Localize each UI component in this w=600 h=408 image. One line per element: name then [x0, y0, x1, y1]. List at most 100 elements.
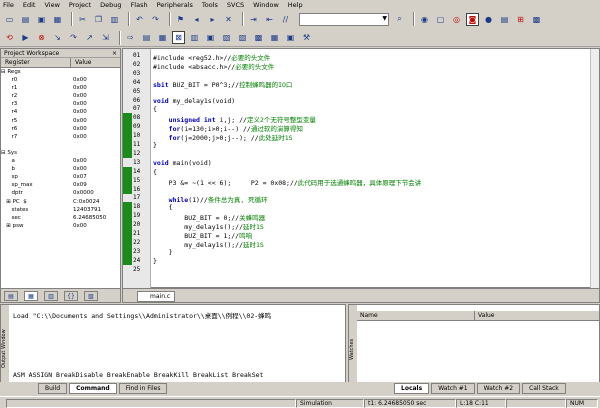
- register-row[interactable]: r5 0x00: [1, 117, 120, 125]
- config-icon[interactable]: ▩: [530, 13, 543, 26]
- symbols-icon[interactable]: ▩: [252, 31, 265, 44]
- step-into-icon[interactable]: ↘: [51, 31, 64, 44]
- indent-icon[interactable]: ⇥: [247, 13, 260, 26]
- code-coverage-icon[interactable]: ▨: [236, 31, 249, 44]
- code-area[interactable]: #include <reg52.h>//必要的头文件 #include <absa…: [153, 49, 593, 289]
- code-line[interactable]: {: [153, 168, 157, 176]
- register-row[interactable]: ⊟ Regs: [1, 68, 120, 76]
- register-row[interactable]: sp 0x07: [1, 173, 120, 181]
- find-icon[interactable]: ⌕: [393, 13, 406, 26]
- line-gutter[interactable]: 01 02 03 04 05 06 07 08 09 10 11 12 13 14 15 16 17 18 19 20…: [123, 49, 151, 289]
- code-line[interactable]: void main(void): [153, 159, 212, 167]
- bookmark-icon[interactable]: ⚑: [174, 13, 187, 26]
- register-row[interactable]: r3 0x00: [1, 100, 120, 108]
- menu-edit[interactable]: Edit: [23, 1, 36, 9]
- bookmark-prev-icon[interactable]: ◂: [190, 13, 203, 26]
- tab-locals[interactable]: Locals: [394, 383, 430, 394]
- disasm-icon[interactable]: ▤: [140, 31, 153, 44]
- register-row[interactable]: r6 0x00: [1, 125, 120, 133]
- redo-icon[interactable]: ↷: [149, 13, 162, 26]
- comment-icon[interactable]: //: [279, 13, 292, 26]
- register-row[interactable]: ⊞ psw 0x00: [1, 222, 120, 230]
- paste-icon[interactable]: ▥: [108, 13, 121, 26]
- step-over-icon[interactable]: ↷: [67, 31, 80, 44]
- code-line[interactable]: P3 &= ~(1 << 6); P2 = 0x08;//此代码用于选通蜂鸣器，…: [153, 177, 422, 187]
- col-register[interactable]: Register: [1, 58, 71, 67]
- code-line[interactable]: }: [153, 141, 157, 149]
- tab-watch-2[interactable]: Watch #2: [476, 383, 521, 394]
- register-row[interactable]: r4 0x00: [1, 108, 120, 116]
- breakpoint-icon[interactable]: ●: [482, 13, 495, 26]
- menu-file[interactable]: File: [3, 1, 14, 9]
- register-row[interactable]: b 0x00: [1, 165, 120, 173]
- menu-svcs[interactable]: SVCS: [227, 1, 244, 9]
- copy-icon[interactable]: ❐: [92, 13, 105, 26]
- menu-help[interactable]: Help: [288, 1, 303, 9]
- save-icon[interactable]: ▣: [35, 13, 48, 26]
- trace-icon[interactable]: ▦: [268, 31, 281, 44]
- templates-tab-icon[interactable]: ▧: [84, 290, 98, 301]
- run-icon[interactable]: ▶: [19, 31, 32, 44]
- save-all-icon[interactable]: ▦: [51, 13, 64, 26]
- register-row[interactable]: r7 0x00: [1, 133, 120, 141]
- register-row[interactable]: r0 0x00: [1, 76, 120, 84]
- watch-window-icon[interactable]: ▦: [156, 31, 169, 44]
- hammer-icon[interactable]: ⚒: [300, 31, 313, 44]
- file-tab-main-c[interactable]: main.c: [137, 291, 175, 302]
- debug-session-icon[interactable]: ◙: [466, 12, 479, 26]
- col-value[interactable]: Value: [71, 58, 91, 67]
- tab-watch-1[interactable]: Watch #1: [431, 383, 475, 394]
- cut-icon[interactable]: ✂: [76, 13, 89, 26]
- code-line[interactable]: {: [153, 105, 157, 113]
- tab-find-in-files[interactable]: Find in Files: [118, 383, 168, 394]
- perf-icon[interactable]: ▧: [220, 31, 233, 44]
- tools-icon[interactable]: ⊞: [514, 13, 527, 26]
- menu-window[interactable]: Window: [253, 1, 279, 9]
- options-icon[interactable]: ▤: [498, 13, 511, 26]
- code-line[interactable]: #include <absacc.h>//必要的头文件: [153, 61, 274, 71]
- functions-tab-icon[interactable]: {}: [64, 290, 78, 301]
- code-line[interactable]: for(j=2000;j>0;j--); //此处延时1S: [153, 132, 293, 142]
- register-row[interactable]: dptr 0x0000: [1, 189, 120, 197]
- run-to-cursor-icon[interactable]: ⇲: [99, 31, 112, 44]
- registers-tab-icon[interactable]: ▦: [24, 290, 38, 301]
- serial-icon[interactable]: ▣: [204, 31, 217, 44]
- register-row[interactable]: a 0x00: [1, 157, 120, 165]
- bookmark-next-icon[interactable]: ▸: [206, 13, 219, 26]
- register-row[interactable]: ⊞ PC $ C:0x0024: [1, 198, 120, 206]
- files-tab-icon[interactable]: ▤: [4, 290, 18, 301]
- window-icon[interactable]: ▢: [434, 13, 447, 26]
- memory-icon[interactable]: ▥: [188, 31, 201, 44]
- toolbox-icon[interactable]: ▣: [284, 31, 297, 44]
- menu-project[interactable]: Project: [69, 1, 91, 9]
- debug-icon[interactable]: ◉: [418, 13, 431, 26]
- editor-vertical-scrollbar[interactable]: [590, 49, 599, 289]
- books-tab-icon[interactable]: ▥: [44, 290, 58, 301]
- new-file-icon[interactable]: ▭: [3, 13, 16, 26]
- show-next-icon[interactable]: ⇨: [124, 31, 137, 44]
- register-row[interactable]: r2 0x00: [1, 92, 120, 100]
- reset-icon[interactable]: ⟲: [3, 31, 16, 44]
- logic-analyzer-icon[interactable]: ⊠: [172, 31, 185, 44]
- bookmark-clear-icon[interactable]: ✕: [222, 13, 235, 26]
- register-row[interactable]: ⊟ Sys: [1, 149, 120, 157]
- stop-icon[interactable]: ⊗: [35, 31, 48, 44]
- workspace-close-icon[interactable]: ×: [112, 49, 120, 57]
- code-line[interactable]: {: [153, 203, 173, 211]
- code-line[interactable]: }: [153, 257, 157, 265]
- menu-flash[interactable]: Flash: [131, 1, 148, 9]
- start-debug-icon[interactable]: ◎: [450, 13, 463, 26]
- register-row[interactable]: [1, 141, 120, 149]
- menu-tools[interactable]: Tools: [202, 1, 218, 9]
- tab-call-stack[interactable]: Call Stack: [522, 383, 566, 394]
- menu-peripherals[interactable]: Peripherals: [157, 1, 193, 9]
- register-row[interactable]: sp_max 0x09: [1, 181, 120, 189]
- undo-icon[interactable]: ↶: [133, 13, 146, 26]
- code-line[interactable]: }: [153, 248, 173, 256]
- tab-build[interactable]: Build: [38, 383, 68, 394]
- step-out-icon[interactable]: ↗: [83, 31, 96, 44]
- menu-debug[interactable]: Debug: [100, 1, 121, 9]
- code-line[interactable]: sbit BUZ_BIT = P0^3;//控制蜂鸣器的IO口: [153, 79, 292, 89]
- col-name[interactable]: Name: [357, 311, 475, 320]
- unindent-icon[interactable]: ⇤: [263, 13, 276, 26]
